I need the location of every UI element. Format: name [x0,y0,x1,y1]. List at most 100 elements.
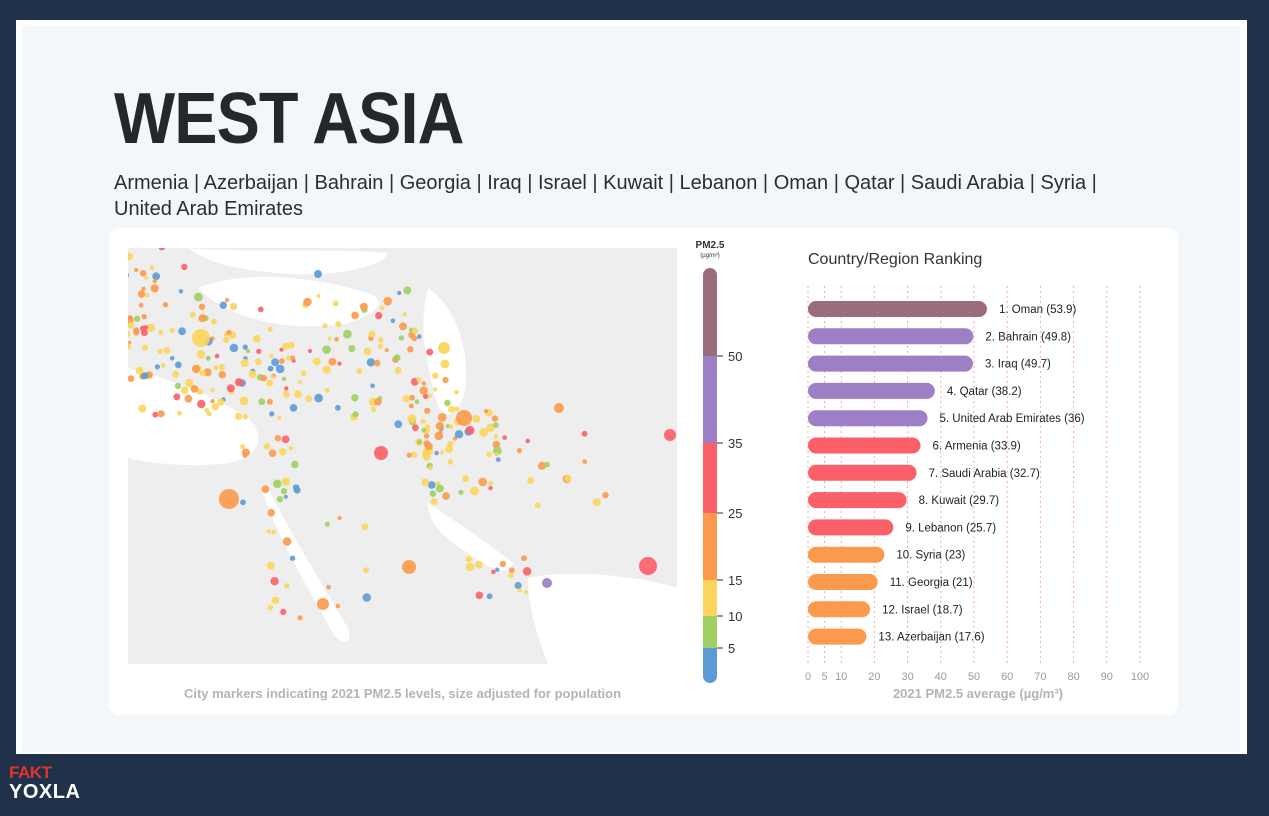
city-marker [271,358,280,367]
scale-tick-labels: 50 35 25 15 10 5 [728,349,742,656]
city-marker [210,388,215,393]
city-marker [419,386,428,395]
city-marker [426,348,434,356]
city-marker [267,365,274,372]
city-marker [375,312,383,320]
city-marker [274,435,282,442]
city-marker [128,315,133,320]
city-marker [664,429,676,441]
color-scale-svg: 50 35 25 15 10 5 [703,268,742,683]
city-marker [289,555,296,561]
city-marker [351,311,359,320]
city-marker [432,372,439,379]
city-marker [178,289,184,294]
x-tick-label: 70 [1034,671,1046,683]
city-marker [359,302,368,311]
city-marker [348,345,356,353]
bar [808,628,867,645]
bar [808,382,935,399]
city-marker [508,572,514,579]
city-marker [390,318,396,324]
city-marker [402,560,416,574]
city-marker [196,350,206,359]
city-marker [494,452,499,457]
bar [808,328,974,345]
city-marker [128,252,133,261]
city-marker [499,560,507,568]
bar-label: 9. Lebanon (25.7) [905,522,996,534]
city-marker [525,438,531,444]
city-marker [139,270,147,277]
city-marker [223,336,230,343]
legend-unit: (µg/m³) [700,253,720,259]
city-marker [335,404,341,411]
scale-tick-label: 5 [728,641,735,656]
city-marker [294,390,302,398]
city-marker [516,448,522,454]
red-sea [263,488,350,643]
city-marker [178,327,186,336]
city-marker [370,406,377,413]
city-marker [421,381,427,386]
city-marker [283,494,288,499]
city-marker [317,598,329,610]
city-marker [335,321,342,328]
bar-label: 10. Syria (23) [896,550,965,562]
city-marker [226,329,232,336]
city-marker [234,378,244,387]
city-marker [534,502,541,509]
city-marker [326,584,331,590]
city-marker [517,588,522,593]
city-marker [284,583,290,589]
city-marker [399,322,407,331]
city-marker [211,318,217,325]
bar [808,601,871,618]
city-marker [163,347,171,354]
bar [808,574,878,590]
city-marker [412,424,419,431]
city-marker [280,608,287,615]
city-marker [454,406,459,412]
city-marker [361,523,369,531]
city-marker [269,411,275,417]
scale-tick-label: 25 [728,506,742,521]
scale-tick-label: 35 [728,436,742,451]
scale-tick-label: 50 [728,349,742,364]
city-marker [260,374,268,382]
city-marker [493,422,499,428]
city-marker [417,334,422,339]
city-marker [394,366,402,374]
city-marker [465,425,475,435]
city-marker [454,430,464,439]
city-marker [267,508,275,517]
city-marker [240,444,246,450]
bar [808,492,907,509]
city-marker [495,457,501,462]
city-marker [234,412,243,420]
city-marker [522,567,532,576]
city-marker [181,263,188,271]
city-marker [327,336,332,341]
city-marker [394,420,403,429]
bar [808,464,917,481]
scale-band-10-15 [703,580,717,616]
city-marker [270,577,279,586]
city-marker [602,492,609,499]
city-marker [205,355,211,361]
city-marker [362,593,372,602]
city-marker [289,404,298,412]
scale-tick-label: 15 [728,573,742,588]
city-marker [152,272,161,281]
city-marker [408,403,414,409]
city-marker [258,398,266,406]
city-marker [454,389,459,395]
city-marker [300,370,307,377]
city-marker [486,593,493,600]
scale-band-50-plus [703,268,717,356]
city-marker [417,439,422,445]
city-marker [478,477,488,487]
city-marker [157,410,165,418]
city-marker [465,562,475,572]
city-marker [197,399,206,409]
city-marker [424,424,431,430]
